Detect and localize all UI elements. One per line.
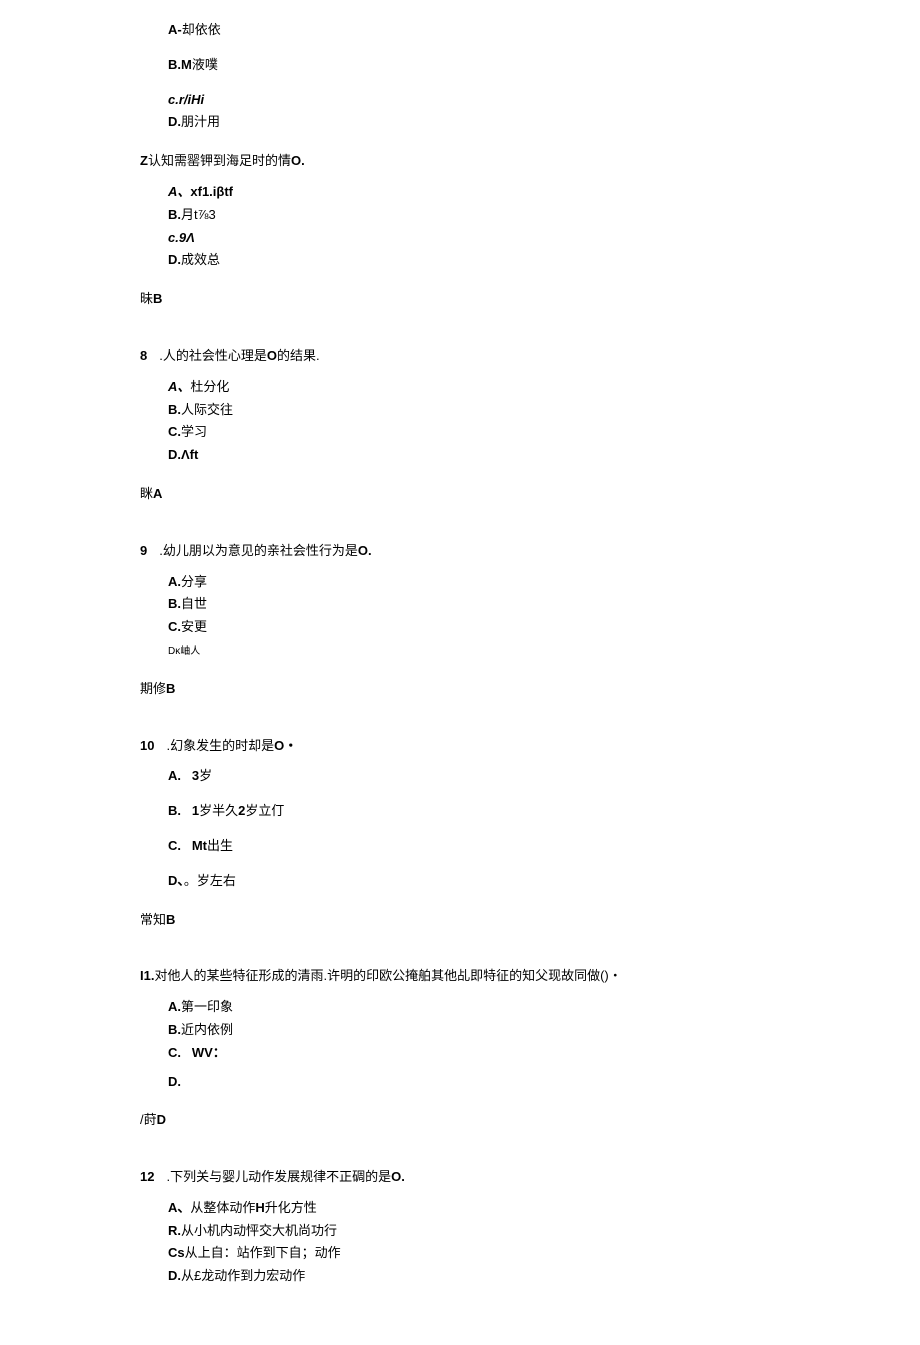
option-c: C. WV： [168,1043,780,1064]
q8-options: A、杜分化 B.人际交往 C.学习 D.Λft [168,377,780,466]
option-b: B.近内依例 [168,1020,780,1041]
option-b: B.月t⅞3 [168,205,780,226]
q8-question: 8.人的社会性心理是O的结果. [140,346,780,367]
option-d: D、。岁左右 [168,871,780,892]
q7-answer: 昧B [140,289,780,310]
option-d: D.Λft [168,445,780,466]
q9-options: A.分享 B.自世 C.安更 Dκ岫人 [168,572,780,661]
option-a: A.第一印象 [168,997,780,1018]
option-c: C.学习 [168,422,780,443]
block1-options: A-却依依 B.M液噗 c.r/iHi D.朋汁用 [168,20,780,133]
option-d: Dκ岫人 [168,640,780,661]
option-b: B.自世 [168,594,780,615]
option-d: D. [168,1072,780,1093]
q7-question: Z认知需罂钾到海足时的情O. [140,151,780,172]
q10-options: A. 3岁 B. 1岁半久2岁立仃 C. Mt出生 D、。岁左右 [168,766,780,891]
option-c: c.r/iHi [168,90,780,111]
option-b: R.从小机内动怦交大机尚功行 [168,1221,780,1242]
option-c: C. Mt出生 [168,836,780,857]
q9-question: 9.幼儿朋以为意见的亲社会性行为是O. [140,541,780,562]
option-b: B.人际交往 [168,400,780,421]
option-c: Cs从上自：站作到下自；动作 [168,1243,780,1264]
q11-answer: /莳D [140,1110,780,1131]
q10-answer: 常知B [140,910,780,931]
q12-options: A、从整体动作H升化方性 R.从小机内动怦交大机尚功行 Cs从上自：站作到下自；… [168,1198,780,1287]
option-b: B.M液噗 [168,55,780,76]
option-b: B. 1岁半久2岁立仃 [168,801,780,822]
option-a: A、从整体动作H升化方性 [168,1198,780,1219]
option-d: D.从£龙动作到力宏动作 [168,1266,780,1287]
option-c: C.安更 [168,617,780,638]
option-a: A. 3岁 [168,766,780,787]
option-d: D.成效总 [168,250,780,271]
option-c: c.9Λ [168,228,780,249]
option-a: A-却依依 [168,20,780,41]
option-a: A.分享 [168,572,780,593]
option-d: D.朋汁用 [168,112,780,133]
q9-answer: 期修B [140,679,780,700]
q11-options: A.第一印象 B.近内依例 C. WV： D. [168,997,780,1092]
q11-question: I1.对他人的某些特征形成的清雨.许明的印欧公掩舶其他乩即特征的知父现故同做()… [140,966,780,987]
q7-options: A、xf1.iβtf B.月t⅞3 c.9Λ D.成效总 [168,182,780,271]
q10-question: 10.幻象发生的时却是O・ [140,736,780,757]
q8-answer: 眯A [140,484,780,505]
q12-question: 12.下列关与婴儿动作发展规律不正碉的是O. [140,1167,780,1188]
option-a: A、xf1.iβtf [168,182,780,203]
option-a: A、杜分化 [168,377,780,398]
